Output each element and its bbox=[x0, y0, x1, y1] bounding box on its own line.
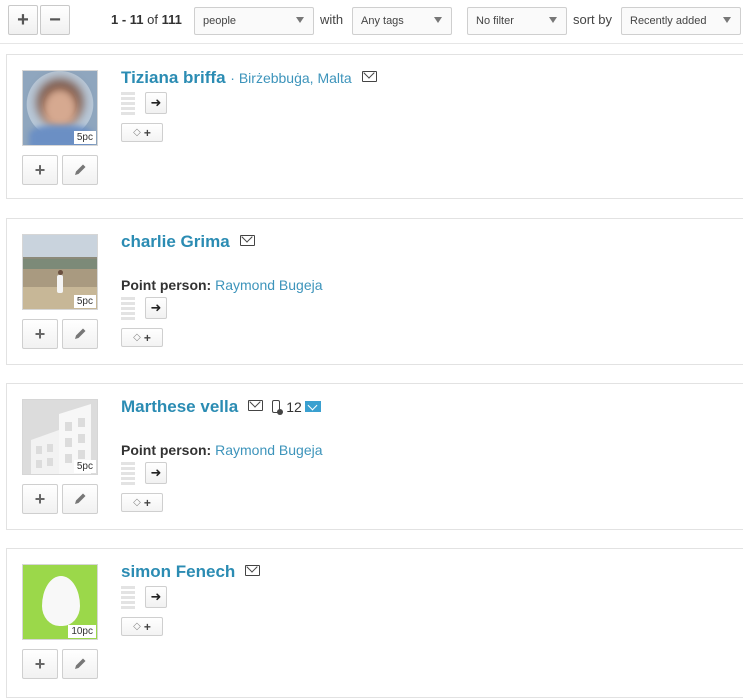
activity-bars bbox=[121, 586, 135, 610]
message-count: 12 bbox=[286, 399, 302, 415]
activity-bars bbox=[121, 297, 135, 321]
edit-button[interactable] bbox=[62, 155, 98, 185]
pencil-icon bbox=[75, 658, 86, 669]
pencil-icon bbox=[75, 164, 86, 175]
toolbar: + − 1 - 11 of 111 people with Any tags N… bbox=[0, 0, 743, 44]
sort-select[interactable]: Recently added bbox=[621, 7, 741, 35]
pc-badge: 5pc bbox=[73, 295, 96, 308]
tag-icon: ◇ bbox=[133, 332, 141, 343]
edit-button[interactable] bbox=[62, 649, 98, 679]
chevron-down-icon bbox=[296, 17, 304, 23]
tag-icon: ◇ bbox=[133, 621, 141, 632]
add-tag-button[interactable]: ◇ + bbox=[121, 328, 163, 347]
pencil-icon bbox=[75, 493, 86, 504]
avatar[interactable]: 5pc bbox=[22, 234, 98, 310]
point-person-link[interactable]: Raymond Bugeja bbox=[215, 277, 322, 293]
add-button[interactable]: + bbox=[22, 649, 58, 679]
person-name[interactable]: Tiziana briffa · Birżebbuġa, Malta bbox=[121, 68, 377, 88]
person-card: 5pc + charlie Grima Point person: Raymon… bbox=[6, 218, 743, 365]
person-card: 10pc + simon Fenech ➜ ◇ + bbox=[6, 548, 743, 698]
tag-icon: ◇ bbox=[133, 127, 141, 138]
share-button[interactable]: ➜ bbox=[145, 92, 167, 114]
remove-people-button[interactable]: − bbox=[40, 5, 70, 35]
tags-select[interactable]: Any tags bbox=[352, 7, 452, 35]
person-card: 5pc + Tiziana briffa · Birżebbuġa, Malta… bbox=[6, 54, 743, 199]
mail-icon[interactable] bbox=[239, 235, 255, 246]
pc-badge: 10pc bbox=[68, 625, 96, 638]
with-label: with bbox=[320, 12, 344, 27]
add-button[interactable]: + bbox=[22, 319, 58, 349]
avatar[interactable]: 10pc bbox=[22, 564, 98, 640]
add-tag-button[interactable]: ◇ + bbox=[121, 617, 163, 636]
filter-select[interactable]: No filter bbox=[467, 7, 567, 35]
activity-bars bbox=[121, 92, 135, 116]
chevron-down-icon bbox=[723, 17, 731, 23]
add-button[interactable]: + bbox=[22, 484, 58, 514]
person-location[interactable]: · Birżebbuġa, Malta bbox=[230, 70, 351, 86]
mail-icon[interactable] bbox=[361, 71, 377, 82]
messages-icon[interactable] bbox=[304, 401, 321, 412]
add-people-button[interactable]: + bbox=[8, 5, 38, 35]
avatar[interactable]: 5pc bbox=[22, 399, 98, 475]
chevron-down-icon bbox=[549, 17, 557, 23]
edit-button[interactable] bbox=[62, 484, 98, 514]
add-tag-button[interactable]: ◇ + bbox=[121, 123, 163, 142]
activity-bars bbox=[121, 462, 135, 486]
share-button[interactable]: ➜ bbox=[145, 297, 167, 319]
sort-by-label: sort by bbox=[573, 12, 613, 27]
edit-button[interactable] bbox=[62, 319, 98, 349]
point-person: Point person: Raymond Bugeja bbox=[121, 277, 323, 293]
tag-icon: ◇ bbox=[133, 497, 141, 508]
person-name[interactable]: simon Fenech bbox=[121, 562, 261, 582]
person-name[interactable]: charlie Grima bbox=[121, 232, 255, 252]
person-name[interactable]: Marthese vella 12 bbox=[121, 397, 321, 417]
chevron-down-icon bbox=[434, 17, 442, 23]
person-card: 5pc + Marthese vella 12 Point person: Ray… bbox=[6, 383, 743, 530]
share-button[interactable]: ➜ bbox=[145, 586, 167, 608]
mail-icon[interactable] bbox=[248, 400, 264, 411]
pc-badge: 5pc bbox=[73, 460, 96, 473]
point-person-link[interactable]: Raymond Bugeja bbox=[215, 442, 322, 458]
add-button[interactable]: + bbox=[22, 155, 58, 185]
type-select[interactable]: people bbox=[194, 7, 314, 35]
phone-icon[interactable] bbox=[272, 400, 284, 415]
avatar[interactable]: 5pc bbox=[22, 70, 98, 146]
pencil-icon bbox=[75, 328, 86, 339]
add-tag-button[interactable]: ◇ + bbox=[121, 493, 163, 512]
point-person: Point person: Raymond Bugeja bbox=[121, 442, 323, 458]
pc-badge: 5pc bbox=[73, 131, 96, 144]
mail-icon[interactable] bbox=[245, 565, 261, 576]
share-button[interactable]: ➜ bbox=[145, 462, 167, 484]
result-count: 1 - 11 of 111 bbox=[111, 12, 182, 27]
